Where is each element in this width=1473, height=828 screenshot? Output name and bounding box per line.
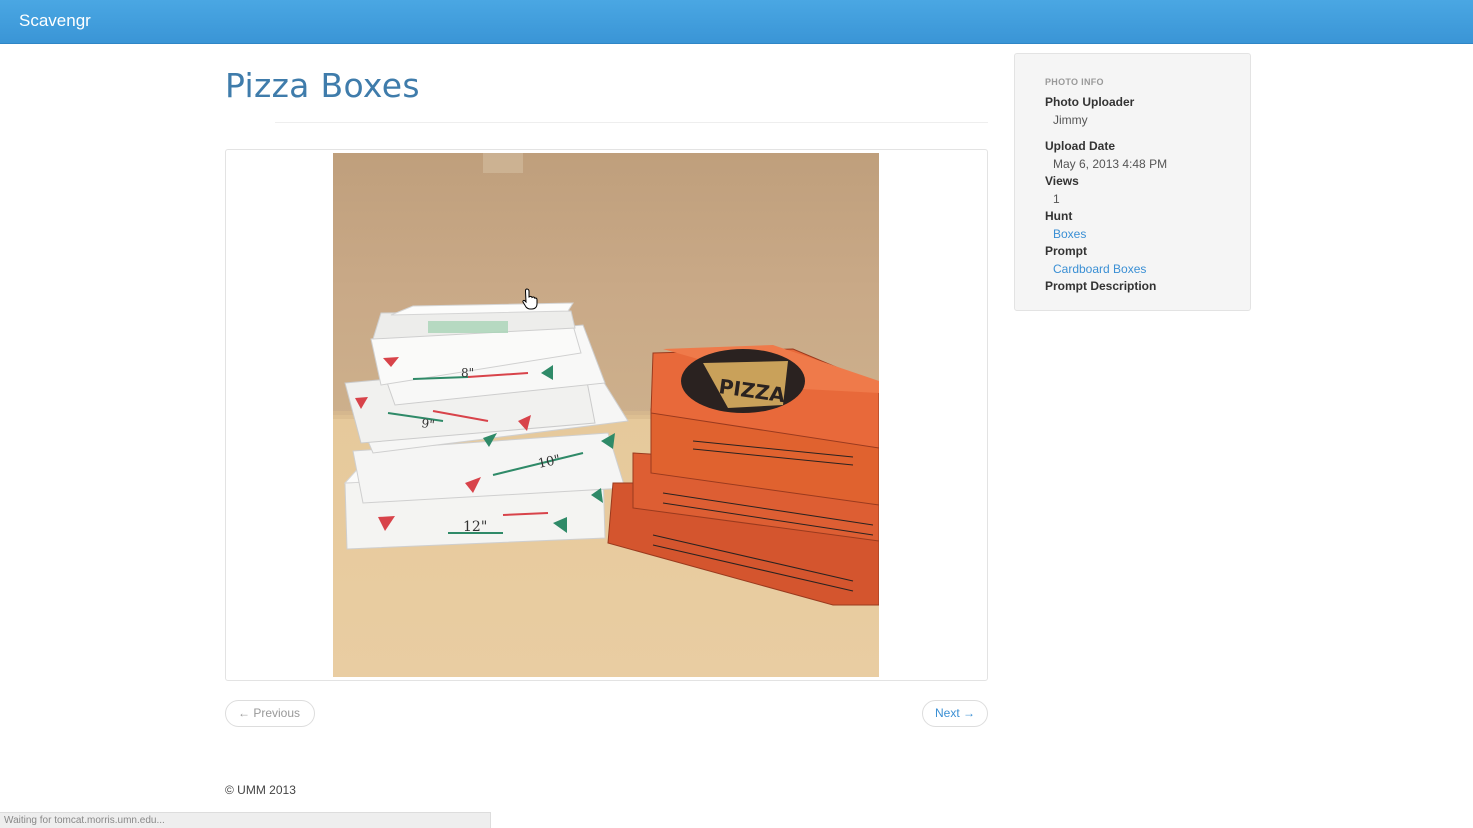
- hunt-label: Hunt: [1045, 209, 1073, 223]
- prompt-label: Prompt: [1045, 244, 1087, 258]
- photo-info-panel: PHOTO INFO Photo Uploader Jimmy Upload D…: [1014, 53, 1251, 311]
- uploader-label: Photo Uploader: [1045, 95, 1135, 109]
- page-title: Pizza Boxes: [225, 66, 420, 105]
- footer-copyright: © UMM 2013: [225, 783, 296, 797]
- box-size-label: 12": [463, 519, 487, 535]
- upload-date-label: Upload Date: [1045, 139, 1116, 153]
- brand-link[interactable]: Scavengr: [19, 11, 91, 31]
- browser-status-bar: Waiting for tomcat.morris.umn.edu...: [0, 812, 491, 828]
- uploader-value: Jimmy: [1053, 113, 1088, 127]
- prompt-link[interactable]: Cardboard Boxes: [1053, 262, 1146, 276]
- next-button[interactable]: Next →: [922, 700, 988, 727]
- prompt-description-label: Prompt Description: [1045, 279, 1157, 293]
- views-value: 1: [1053, 192, 1060, 206]
- navbar: Scavengr: [0, 0, 1473, 44]
- views-label: Views: [1045, 174, 1079, 188]
- box-size-label: 9": [421, 416, 436, 432]
- photo-info-header: PHOTO INFO: [1045, 77, 1104, 87]
- photo-image[interactable]: 8" 9" 10" 12" PIZZA: [333, 153, 879, 677]
- previous-button[interactable]: ← Previous: [225, 700, 315, 727]
- hunt-link[interactable]: Boxes: [1053, 227, 1086, 241]
- title-divider: [275, 122, 988, 123]
- photo-frame: 8" 9" 10" 12" PIZZA: [225, 149, 988, 681]
- box-size-label: 8": [461, 366, 474, 380]
- hand-cursor-icon: [522, 288, 538, 315]
- upload-date-value: May 6, 2013 4:48 PM: [1053, 157, 1168, 171]
